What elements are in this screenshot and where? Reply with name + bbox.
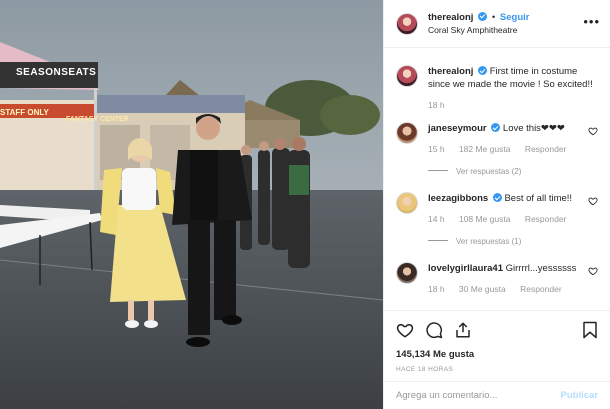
photo-scene <box>0 0 383 409</box>
share-icon[interactable] <box>454 321 472 339</box>
bookmark-icon[interactable] <box>582 321 598 339</box>
comment-meta: 15 h 182 Me gusta Responder <box>428 143 598 156</box>
heart-icon[interactable] <box>588 126 598 136</box>
publish-button[interactable]: Publicar <box>561 390 599 401</box>
heart-icon[interactable] <box>588 266 598 276</box>
caption: therealonj First time in costume since w… <box>396 65 598 112</box>
comment-body: leezagibbons Best of all time!! 14 h 108… <box>428 192 598 248</box>
comments-list[interactable]: therealonj First time in costume since w… <box>384 49 610 310</box>
post-location[interactable]: Coral Sky Amphitheatre <box>428 24 529 37</box>
verified-badge-icon <box>478 11 488 21</box>
caption-avatar[interactable] <box>396 65 418 87</box>
like-count[interactable]: 145,134 Me gusta <box>396 349 598 360</box>
comment-body: lovelygirllaura41 Girrrrl...yessssss 18 … <box>428 262 598 296</box>
verified-badge-icon <box>492 193 502 202</box>
post-side-panel: therealonj • Seguir Coral Sky Amphitheat… <box>383 0 610 409</box>
action-icons <box>396 319 598 341</box>
post-header: therealonj • Seguir Coral Sky Amphitheat… <box>384 0 610 48</box>
more-options-icon[interactable]: ••• <box>583 14 600 29</box>
comment-item: janeseymour Love this❤❤❤ 15 h 182 Me gus… <box>396 122 598 178</box>
photo-sign-seasonseats: SEASONSEATS <box>16 67 97 78</box>
post-photo[interactable]: SEASONSEATS STAFF ONLY FANTASY CENTER <box>0 0 383 409</box>
caption-body: therealonj First time in costume since w… <box>428 65 598 112</box>
reply-button[interactable]: Responder <box>525 214 567 224</box>
post-actions: 145,134 Me gusta HACE 18 HORAS <box>384 310 610 373</box>
view-replies-button[interactable]: Ver respuestas (2) <box>428 165 598 178</box>
reply-button[interactable]: Responder <box>525 144 567 154</box>
author-username[interactable]: therealonj <box>428 12 473 23</box>
comment-avatar[interactable] <box>396 262 418 284</box>
caption-meta: 18 h <box>428 99 598 112</box>
comment-meta: 18 h 30 Me gusta Responder <box>428 283 598 296</box>
comment-text: Best of all time!! <box>504 193 573 204</box>
comment-text: Love this❤❤❤ <box>502 123 565 134</box>
comment-input[interactable] <box>396 390 561 401</box>
comment-username[interactable]: janeseymour <box>428 123 487 134</box>
caption-username[interactable]: therealonj <box>428 66 473 77</box>
reply-button[interactable]: Responder <box>520 284 562 294</box>
comment-time[interactable]: 14 h <box>428 214 445 224</box>
add-comment-bar: Publicar <box>384 381 610 409</box>
comment-text: Girrrrl...yessssss <box>505 263 577 274</box>
follow-button[interactable]: Seguir <box>500 12 530 23</box>
post-time-ago[interactable]: HACE 18 HORAS <box>396 366 598 373</box>
comment-time[interactable]: 18 h <box>428 284 445 294</box>
comment-meta: 14 h 108 Me gusta Responder <box>428 213 598 226</box>
comment-item: lovelygirllaura41 Girrrrl...yessssss 18 … <box>396 262 598 296</box>
instagram-post: SEASONSEATS STAFF ONLY FANTASY CENTER th… <box>0 0 610 409</box>
comment-likes[interactable]: 108 Me gusta <box>459 214 511 224</box>
separator-dot: • <box>491 11 496 22</box>
photo-sign-fantasy: FANTASY CENTER <box>66 116 129 123</box>
comment-icon[interactable] <box>425 321 443 339</box>
comment-body: janeseymour Love this❤❤❤ 15 h 182 Me gus… <box>428 122 598 178</box>
view-replies-button[interactable]: Ver respuestas (1) <box>428 235 598 248</box>
comment-item: leezagibbons Best of all time!! 14 h 108… <box>396 192 598 248</box>
comment-likes[interactable]: 30 Me gusta <box>459 284 506 294</box>
heart-icon[interactable] <box>588 196 598 206</box>
heart-icon[interactable] <box>396 321 414 339</box>
author-avatar[interactable] <box>396 12 418 35</box>
verified-badge-icon <box>478 66 488 75</box>
comment-time[interactable]: 15 h <box>428 144 445 154</box>
comment-avatar[interactable] <box>396 192 418 214</box>
author-meta: therealonj • Seguir Coral Sky Amphitheat… <box>428 11 529 37</box>
comment-avatar[interactable] <box>396 122 418 144</box>
comment-username[interactable]: lovelygirllaura41 <box>428 263 503 274</box>
comment-likes[interactable]: 182 Me gusta <box>459 144 511 154</box>
comment-username[interactable]: leezagibbons <box>428 193 488 204</box>
caption-time[interactable]: 18 h <box>428 100 445 110</box>
photo-sign-staff: STAFF ONLY <box>0 108 49 117</box>
verified-badge-icon <box>491 123 501 132</box>
